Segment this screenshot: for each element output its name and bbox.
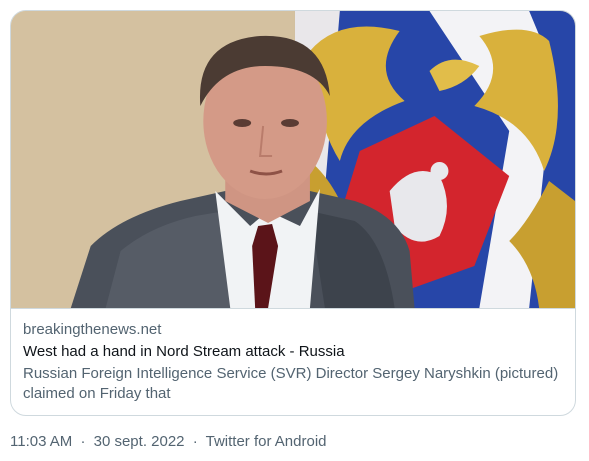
tweet-meta: 11:03 AM · 30 sept. 2022 · Twitter for A… xyxy=(10,432,327,452)
card-text-block[interactable]: breakingthenews.net West had a hand in N… xyxy=(11,308,575,415)
tweet-time: 11:03 AM xyxy=(10,433,73,450)
link-preview-card[interactable]: breakingthenews.net West had a hand in N… xyxy=(10,10,576,416)
card-image[interactable] xyxy=(11,11,575,308)
tweet-time-link[interactable]: 11:03 AM · 30 sept. 2022 xyxy=(10,433,189,450)
card-description: Russian Foreign Intelligence Service (SV… xyxy=(23,365,559,402)
card-headline[interactable]: West had a hand in Nord Stream attack - … xyxy=(23,342,563,362)
tweet-date: 30 sept. 2022 xyxy=(93,433,185,450)
tweet-detail: breakingthenews.net West had a hand in N… xyxy=(0,0,589,461)
meta-separator: · xyxy=(192,433,198,450)
card-photo xyxy=(11,11,575,308)
tweet-source-link[interactable]: Twitter for Android xyxy=(206,433,327,450)
card-domain: breakingthenews.net xyxy=(23,321,162,338)
meta-separator: · xyxy=(80,433,86,450)
